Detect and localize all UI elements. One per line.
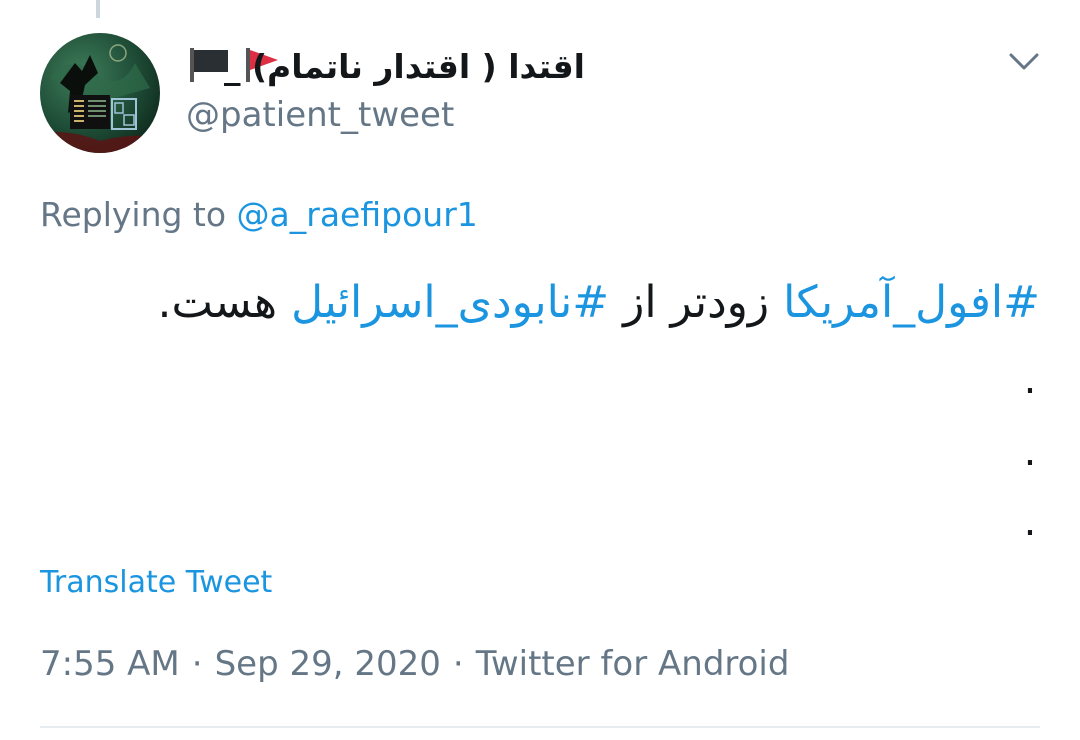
tweet-text-segment: هست.	[157, 277, 292, 328]
user-handle[interactable]: @patient_tweet	[186, 92, 454, 138]
tweet-dot-line: .	[1023, 499, 1037, 545]
tweet-time[interactable]: 7:55 AM	[40, 644, 180, 684]
display-name[interactable]: اقتدا ( اقتدار ناتمام) _	[224, 42, 585, 92]
tweet-dot-line: .	[1023, 357, 1037, 403]
tweet-body: #افول_آمریکا زودتر از #نابودی_اسرائیل هس…	[40, 268, 1040, 338]
tweet-source[interactable]: Twitter for Android	[476, 644, 790, 684]
meta-separator: ·	[452, 644, 464, 684]
hashtag-link[interactable]: #افول_آمریکا	[783, 277, 1040, 328]
tweet-date[interactable]: Sep 29, 2020	[215, 644, 441, 684]
divider	[40, 726, 1040, 728]
tweet-dot-line: .	[1023, 429, 1037, 475]
tweet-text-segment: زودتر از	[609, 277, 784, 328]
replying-to-line: Replying to @a_raefipour1	[40, 192, 478, 238]
avatar[interactable]	[40, 33, 160, 153]
hashtag-link[interactable]: #نابودی_اسرائیل	[291, 277, 609, 328]
tweet-metadata: 7:55 AM · Sep 29, 2020 · Twitter for Android	[40, 640, 789, 688]
chevron-down-icon[interactable]	[1004, 44, 1044, 80]
avatar-image	[40, 33, 160, 153]
replying-to-label: Replying to	[40, 195, 227, 234]
translate-tweet-link[interactable]: Translate Tweet	[40, 562, 272, 604]
meta-separator: ·	[191, 644, 203, 684]
reply-mention-link[interactable]: @a_raefipour1	[237, 195, 478, 234]
thread-connector-line	[96, 0, 100, 18]
